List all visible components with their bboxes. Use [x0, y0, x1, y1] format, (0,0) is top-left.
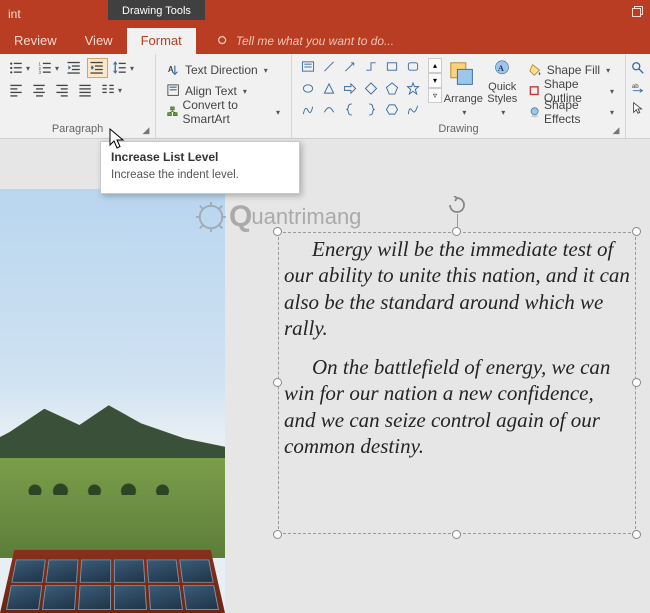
align-text-icon	[167, 84, 181, 98]
shape-pentagon-icon[interactable]	[383, 81, 400, 96]
arrange-icon	[448, 60, 478, 90]
ribbon: 123 Paragraph ◢ A Text Direction Align	[0, 54, 650, 139]
text-box[interactable]: Energy will be the immediate test of our…	[278, 232, 636, 534]
line-spacing-button[interactable]	[110, 58, 137, 78]
smartart-icon	[167, 105, 179, 119]
restore-window-icon[interactable]	[632, 6, 644, 21]
shape-triangle-icon[interactable]	[320, 81, 337, 96]
rotate-handle-icon[interactable]	[448, 196, 466, 214]
justify-button[interactable]	[75, 80, 96, 100]
app-name-suffix: int	[0, 7, 21, 21]
gallery-more-icon[interactable]: ▿	[428, 88, 442, 103]
quick-styles-button[interactable]: A Quick Styles	[485, 58, 520, 118]
gallery-scroll: ▴ ▾ ▿	[428, 58, 442, 122]
svg-text:A: A	[498, 64, 504, 73]
gallery-scroll-down-icon[interactable]: ▾	[428, 73, 442, 88]
shape-oval-icon[interactable]	[299, 81, 316, 96]
shape-hexagon-icon[interactable]	[383, 102, 400, 117]
quick-styles-icon: A	[487, 59, 517, 78]
resize-handle-ml[interactable]	[273, 378, 282, 387]
shape-fill-icon	[529, 63, 543, 77]
shape-effects-button[interactable]: Shape Effects	[524, 102, 619, 122]
replace-button-partial[interactable]: ab	[628, 78, 648, 98]
paragraph-1[interactable]: Energy will be the immediate test of our…	[284, 236, 630, 342]
tell-me-placeholder: Tell me what you want to do...	[236, 34, 394, 48]
resize-handle-mr[interactable]	[632, 378, 641, 387]
tab-review[interactable]: Review	[0, 28, 71, 54]
shape-outline-icon	[529, 84, 540, 98]
ribbon-tab-row: Review View Format Tell me what you want…	[0, 28, 650, 54]
columns-button[interactable]	[98, 80, 125, 100]
find-button-partial[interactable]	[628, 58, 648, 78]
tooltip-title: Increase List Level	[111, 150, 289, 164]
title-bar: int Drawing Tools	[0, 0, 650, 28]
numbering-button[interactable]: 123	[35, 58, 62, 78]
align-left-button[interactable]	[6, 80, 27, 100]
gallery-scroll-up-icon[interactable]: ▴	[428, 58, 442, 73]
shape-diamond-icon[interactable]	[362, 81, 379, 96]
resize-handle-tl[interactable]	[273, 227, 282, 236]
decrease-indent-button[interactable]	[64, 58, 85, 78]
shape-rbrace-icon[interactable]	[362, 102, 379, 117]
shape-curve-icon[interactable]	[320, 102, 337, 117]
resize-handle-mt[interactable]	[452, 227, 461, 236]
convert-smartart-button[interactable]: Convert to SmartArt	[162, 102, 285, 122]
resize-handle-tr[interactable]	[632, 227, 641, 236]
group-editing-partial: ab	[626, 54, 650, 138]
resize-handle-mb[interactable]	[452, 530, 461, 539]
svg-text:ab: ab	[632, 83, 639, 90]
paragraph-2[interactable]: On the battlefield of energy, we can win…	[284, 354, 630, 460]
drawing-dialog-launcher-icon[interactable]: ◢	[611, 125, 621, 135]
tab-format[interactable]: Format	[127, 28, 196, 54]
group-drawing: ▴ ▾ ▿ Arrange A Quick Styles Shape Fill	[292, 54, 626, 138]
group-label-paragraph: Paragraph ◢	[6, 123, 149, 136]
shape-roundrect-icon[interactable]	[404, 59, 421, 74]
shape-lbrace-icon[interactable]	[341, 102, 358, 117]
paragraph-dialog-launcher-icon[interactable]: ◢	[141, 125, 151, 135]
align-center-button[interactable]	[29, 80, 50, 100]
shape-star-icon[interactable]	[404, 81, 421, 96]
shape-freeform-icon[interactable]	[299, 102, 316, 117]
shape-line-icon[interactable]	[320, 59, 337, 74]
slide-image[interactable]	[0, 189, 225, 613]
group-text-tools: A Text Direction Align Text Convert to S…	[156, 54, 292, 138]
text-box-content[interactable]: Energy will be the immediate test of our…	[284, 236, 630, 530]
increase-indent-button[interactable]	[87, 58, 108, 78]
tab-view[interactable]: View	[71, 28, 127, 54]
arrange-button[interactable]: Arrange	[442, 58, 485, 118]
resize-handle-br[interactable]	[632, 530, 641, 539]
text-direction-button[interactable]: A Text Direction	[162, 60, 285, 80]
tooltip-body: Increase the indent level.	[111, 169, 289, 181]
text-direction-icon: A	[167, 63, 181, 77]
group-paragraph: 123 Paragraph ◢	[0, 54, 156, 138]
select-button-partial[interactable]	[628, 98, 648, 118]
tell-me-search[interactable]: Tell me what you want to do...	[216, 34, 394, 54]
shape-scribble-icon[interactable]	[404, 102, 421, 117]
resize-handle-bl[interactable]	[273, 530, 282, 539]
tooltip-increase-list-level: Increase List Level Increase the indent …	[100, 141, 300, 194]
svg-text:3: 3	[39, 70, 42, 75]
bullets-button[interactable]	[6, 58, 33, 78]
shape-rect-icon[interactable]	[383, 59, 400, 74]
shape-elbow-icon[interactable]	[362, 59, 379, 74]
shape-effects-icon	[529, 105, 540, 119]
contextual-tab-drawing-tools[interactable]: Drawing Tools	[108, 0, 205, 20]
shape-textbox-icon[interactable]	[299, 59, 316, 74]
group-label-drawing: Drawing ◢	[298, 123, 619, 136]
shape-rarrow-icon[interactable]	[341, 81, 358, 96]
align-right-button[interactable]	[52, 80, 73, 100]
shape-arrow-icon[interactable]	[341, 59, 358, 74]
shapes-gallery[interactable]	[298, 58, 426, 122]
